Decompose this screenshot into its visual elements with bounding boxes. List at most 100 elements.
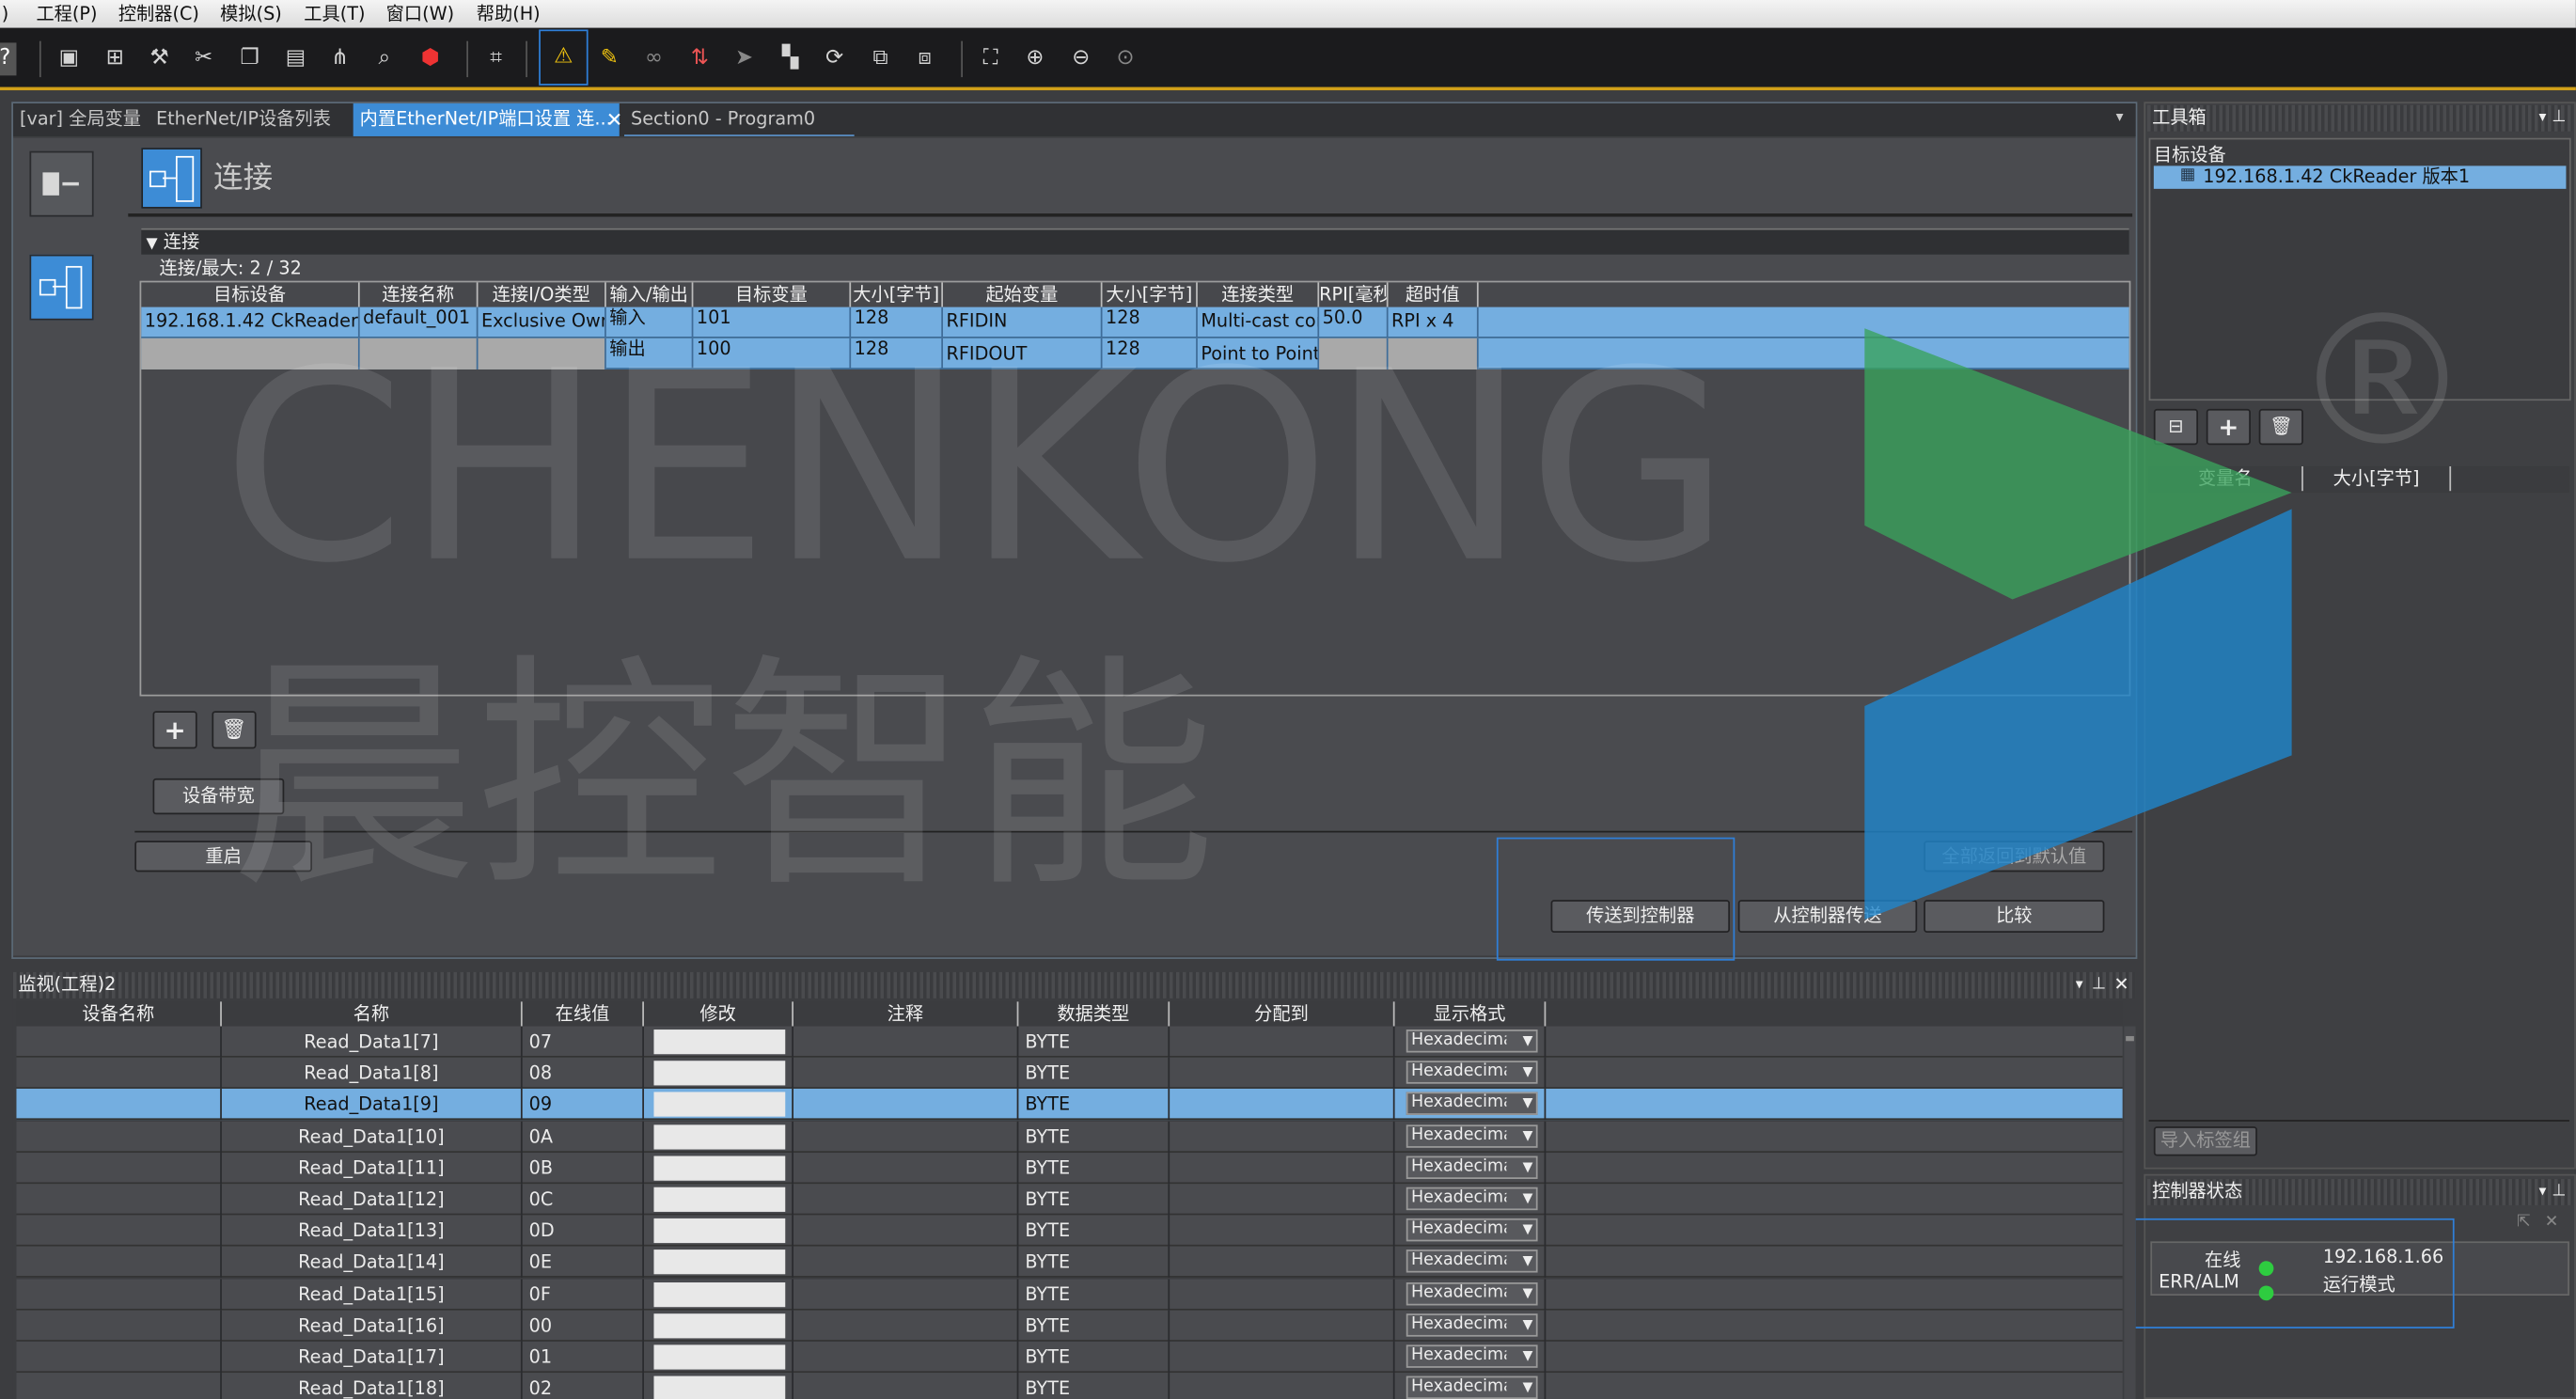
watch-row[interactable]: Read_Data1[9]09 BYTE Hexadecimal ▼ [16, 1089, 2123, 1121]
delete-variable-button[interactable]: 🗑 [2258, 408, 2303, 446]
chevron-down-icon[interactable]: ▼ [1523, 1378, 1533, 1398]
col-timeout[interactable]: 超时值 [1389, 282, 1479, 307]
chevron-down-icon[interactable]: ▼ [1523, 1346, 1533, 1366]
modify-input[interactable] [653, 1375, 786, 1399]
watch-row[interactable]: Read_Data1[13]0D BYTE Hexadecimal ▼ [16, 1215, 2123, 1247]
cell-data-type[interactable]: BYTE [1018, 1121, 1170, 1153]
display-format-select[interactable]: Hexadecimal ▼ [1406, 1155, 1538, 1179]
display-format-select[interactable]: Hexadecimal ▼ [1406, 1375, 1538, 1399]
connection-section-header[interactable]: ▼ 连接 [141, 228, 2129, 255]
cell-online-value[interactable]: 0C [523, 1184, 644, 1216]
add-connection-button[interactable]: + [152, 711, 197, 749]
chevron-down-icon[interactable]: ▼ [1523, 1125, 1533, 1145]
cell-timeout[interactable] [1388, 338, 1479, 369]
chevron-down-icon[interactable]: ▼ [1523, 1283, 1533, 1303]
col-data-type[interactable]: 数据类型 [1018, 1001, 1170, 1027]
compare-button[interactable]: 比较 [1924, 900, 2105, 934]
col-connection-name[interactable]: 连接名称 [360, 282, 479, 307]
zoom-out-icon[interactable]: ⊖ [1064, 42, 1097, 75]
cell-originator-variable[interactable]: RFIDOUT [943, 338, 1103, 369]
transfer-to-controller-button[interactable]: 传送到控制器 [1550, 900, 1731, 934]
col-comment[interactable]: 注释 [793, 1001, 1019, 1027]
cell-size-2[interactable]: 128 [1103, 307, 1198, 338]
display-format-select[interactable]: Hexadecimal ▼ [1406, 1030, 1538, 1053]
panel-dropdown-icon[interactable]: ▾ [2076, 972, 2083, 998]
display-format-select[interactable]: Hexadecimal ▼ [1406, 1187, 1538, 1211]
cell-target-variable[interactable]: 100 [693, 338, 852, 369]
refresh-icon[interactable]: ⟳ [818, 42, 851, 75]
cell-online-value[interactable]: 09 [523, 1089, 644, 1121]
watch-row[interactable]: Read_Data1[18]02 BYTE Hexadecimal ▼ [16, 1373, 2123, 1399]
compare-icon[interactable]: ⧉ [864, 42, 897, 75]
display-format-select[interactable]: Hexadecimal ▼ [1406, 1313, 1538, 1337]
menu-simulation[interactable]: 模拟(S) [220, 0, 282, 28]
modify-input[interactable] [653, 1061, 786, 1086]
watch-row[interactable]: Read_Data1[15]0F BYTE Hexadecimal ▼ [16, 1278, 2123, 1310]
cell-name[interactable]: Read_Data1[7] [222, 1026, 523, 1058]
zoom-reset-icon[interactable]: ⊙ [1108, 42, 1141, 75]
cell-size-1[interactable]: 128 [851, 307, 944, 338]
display-format-select[interactable]: Hexadecimal ▼ [1406, 1092, 1538, 1116]
watch-row[interactable]: Read_Data1[10]0A BYTE Hexadecimal ▼ [16, 1121, 2123, 1153]
chevron-down-icon[interactable]: ▼ [1523, 1031, 1533, 1051]
watch-row[interactable]: Read_Data1[14]0E BYTE Hexadecimal ▼ [16, 1247, 2123, 1279]
cell-online-value[interactable]: 0F [523, 1278, 644, 1310]
cell-size-1[interactable]: 128 [851, 338, 944, 369]
cell-rpi[interactable]: 50.0 [1319, 307, 1389, 338]
link-icon[interactable]: ∞ [637, 42, 670, 75]
reset-all-defaults-button[interactable]: 全部返回到默认值 [1924, 841, 2105, 872]
close-status-icon[interactable]: ✕ [2545, 1214, 2559, 1232]
cell-name[interactable]: Read_Data1[15] [222, 1278, 523, 1310]
cell-input-output[interactable]: 输出 [606, 338, 694, 369]
cell-io-type[interactable] [478, 338, 606, 369]
cell-data-type[interactable]: BYTE [1018, 1215, 1170, 1247]
tab-ethernetip-port-settings[interactable]: 内置EtherNet/IP端口设置 连... [353, 103, 620, 136]
import-tag-set-button[interactable]: 导入标签组 [2153, 1126, 2257, 1156]
cell-name[interactable]: Read_Data1[13] [222, 1215, 523, 1247]
display-format-select[interactable]: Hexadecimal ▼ [1406, 1218, 1538, 1242]
cell-name[interactable]: Read_Data1[16] [222, 1310, 523, 1342]
panel-dropdown-icon[interactable]: ▾ [2539, 105, 2547, 132]
cell-name[interactable]: Read_Data1[14] [222, 1247, 523, 1279]
cell-data-type[interactable]: BYTE [1018, 1341, 1170, 1374]
col-io-type[interactable]: 连接I/O类型 [478, 282, 606, 307]
cell-online-value[interactable]: 01 [523, 1341, 644, 1374]
modify-input[interactable] [653, 1187, 786, 1212]
watch-row[interactable]: Read_Data1[17]01 BYTE Hexadecimal ▼ [16, 1341, 2123, 1374]
tab-ethernetip-device-list[interactable]: EtherNet/IP设备列表 [149, 103, 353, 136]
cell-connection-type[interactable]: Multi-cast connection [1198, 307, 1320, 338]
step-icon[interactable]: ➤ [728, 42, 761, 75]
chevron-down-icon[interactable]: ▼ [1523, 1157, 1533, 1177]
monitor-icon[interactable]: ▚ [774, 42, 807, 75]
cell-name[interactable]: Read_Data1[8] [222, 1058, 523, 1090]
transfer-icon[interactable]: ⇅ [683, 42, 716, 75]
chevron-down-icon[interactable]: ▼ [1523, 1094, 1533, 1114]
pin-icon[interactable]: ⊥ [2552, 105, 2566, 132]
tag-data-link-icon[interactable] [29, 150, 94, 217]
chevron-down-icon[interactable]: ▼ [1523, 1220, 1533, 1240]
cell-name[interactable]: Read_Data1[9] [222, 1089, 523, 1121]
menu-controller[interactable]: 控制器(C) [118, 0, 199, 28]
cell-name[interactable]: Read_Data1[11] [222, 1152, 523, 1184]
menu-project[interactable]: 工程(P) [36, 0, 97, 28]
cell-online-value[interactable]: 02 [523, 1373, 644, 1399]
watch-row[interactable]: Read_Data1[11]0B BYTE Hexadecimal ▼ [16, 1152, 2123, 1184]
display-format-select[interactable]: Hexadecimal ▼ [1406, 1250, 1538, 1274]
tab-section0-program0[interactable]: Section0 - Program0 [624, 103, 855, 136]
col-rpi[interactable]: RPI[毫秒] [1319, 282, 1389, 307]
display-format-select[interactable]: Hexadecimal ▼ [1406, 1344, 1538, 1368]
col-variable-name[interactable]: 变量名 [2149, 466, 2303, 492]
display-format-select[interactable]: Hexadecimal ▼ [1406, 1281, 1538, 1305]
modify-input[interactable] [653, 1281, 786, 1307]
modify-input[interactable] [653, 1155, 786, 1181]
modify-input[interactable] [653, 1218, 786, 1244]
cell-connection-name[interactable] [359, 338, 479, 369]
tab-dropdown-icon[interactable]: ▾ [2116, 110, 2124, 126]
col-name[interactable]: 名称 [222, 1001, 523, 1027]
cell-name[interactable]: Read_Data1[17] [222, 1341, 523, 1374]
fit-icon[interactable]: ⛶ [974, 42, 1007, 75]
save-icon[interactable]: ⊞ [99, 42, 132, 75]
cell-data-type[interactable]: BYTE [1018, 1089, 1170, 1121]
connection-view-icon[interactable] [29, 254, 94, 321]
watch-row[interactable]: Read_Data1[16]00 BYTE Hexadecimal ▼ [16, 1310, 2123, 1342]
